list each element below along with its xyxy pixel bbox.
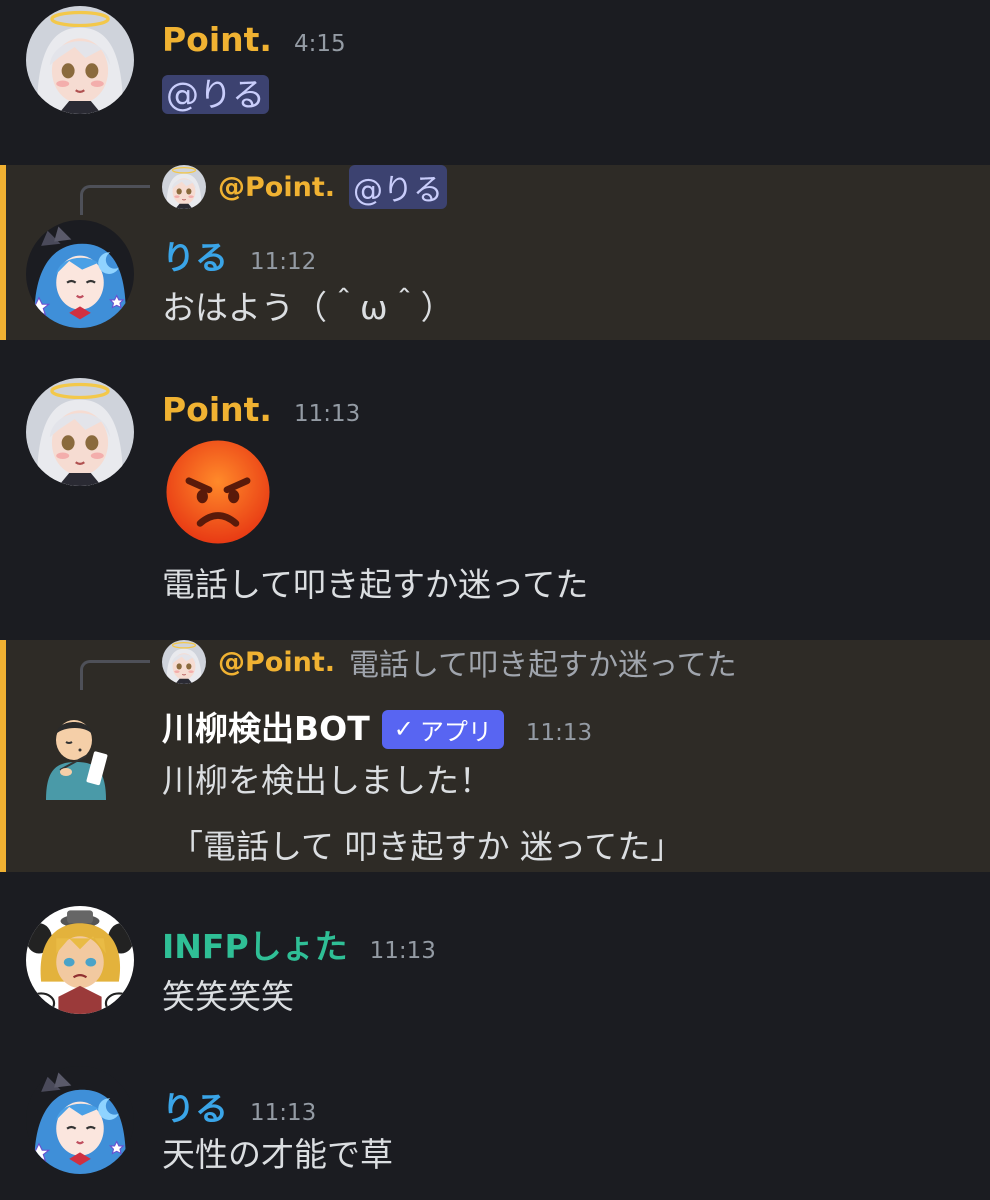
reply-avatar: [162, 165, 206, 209]
avatar[interactable]: [26, 378, 134, 486]
user-mention[interactable]: @りる: [162, 75, 269, 114]
reply-text: 電話して叩き起すか迷ってた: [348, 648, 737, 683]
reply-spine: [80, 185, 150, 215]
timestamp: 11:12: [250, 249, 317, 275]
message-text: おはよう（＾ω＾）: [162, 288, 454, 327]
reply-preview[interactable]: @Point. @りる: [162, 165, 447, 209]
username[interactable]: Point.: [162, 20, 272, 59]
timestamp: 11:13: [250, 1100, 317, 1126]
username[interactable]: INFPしょた: [162, 920, 348, 968]
username[interactable]: 川柳検出BOT: [162, 702, 370, 750]
username[interactable]: Point.: [162, 390, 272, 429]
reply-author[interactable]: @Point.: [218, 172, 335, 203]
senryu-quote: 「電話して 叩き起すか 迷ってた」: [170, 827, 684, 866]
message[interactable]: りる 11:13 天性の才能で草: [0, 1060, 990, 1200]
user-mention[interactable]: @りる: [348, 165, 447, 209]
check-icon: ✓: [393, 715, 414, 743]
avatar[interactable]: [26, 700, 126, 800]
timestamp: 4:15: [293, 31, 346, 57]
message[interactable]: Point. 4:15 @りる: [0, 0, 990, 160]
username[interactable]: りる: [162, 1082, 228, 1130]
reply-preview[interactable]: @Point. 電話して叩き起すか迷ってた: [162, 640, 737, 684]
message[interactable]: INFPしょた 11:13 笑笑笑笑: [0, 900, 990, 1040]
avatar[interactable]: [26, 220, 134, 328]
app-badge: ✓ アプリ: [381, 709, 504, 749]
reply-avatar: [162, 640, 206, 684]
reply-author[interactable]: @Point.: [218, 647, 335, 678]
angry-face-icon: [162, 436, 274, 548]
avatar[interactable]: [26, 1066, 134, 1174]
message[interactable]: Point. 11:13 電話して叩き起すか迷ってた: [0, 370, 990, 610]
avatar[interactable]: [26, 906, 134, 1014]
timestamp: 11:13: [369, 938, 436, 964]
message-text: 電話して叩き起すか迷ってた: [162, 565, 589, 604]
message[interactable]: @Point. @りる りる 11:12 おはよう（＾ω＾）: [0, 165, 990, 340]
message[interactable]: @Point. 電話して叩き起すか迷ってた 川柳検出BOT ✓ アプリ 11:13…: [0, 640, 990, 872]
message-text: 川柳を検出しました！: [162, 761, 492, 800]
username[interactable]: りる: [162, 231, 228, 279]
timestamp: 11:13: [293, 401, 361, 427]
message-text: 笑笑笑笑: [162, 977, 294, 1016]
reply-spine: [80, 660, 150, 690]
timestamp: 11:13: [525, 720, 593, 746]
avatar[interactable]: [26, 6, 134, 114]
message-text: 天性の才能で草: [162, 1135, 393, 1174]
